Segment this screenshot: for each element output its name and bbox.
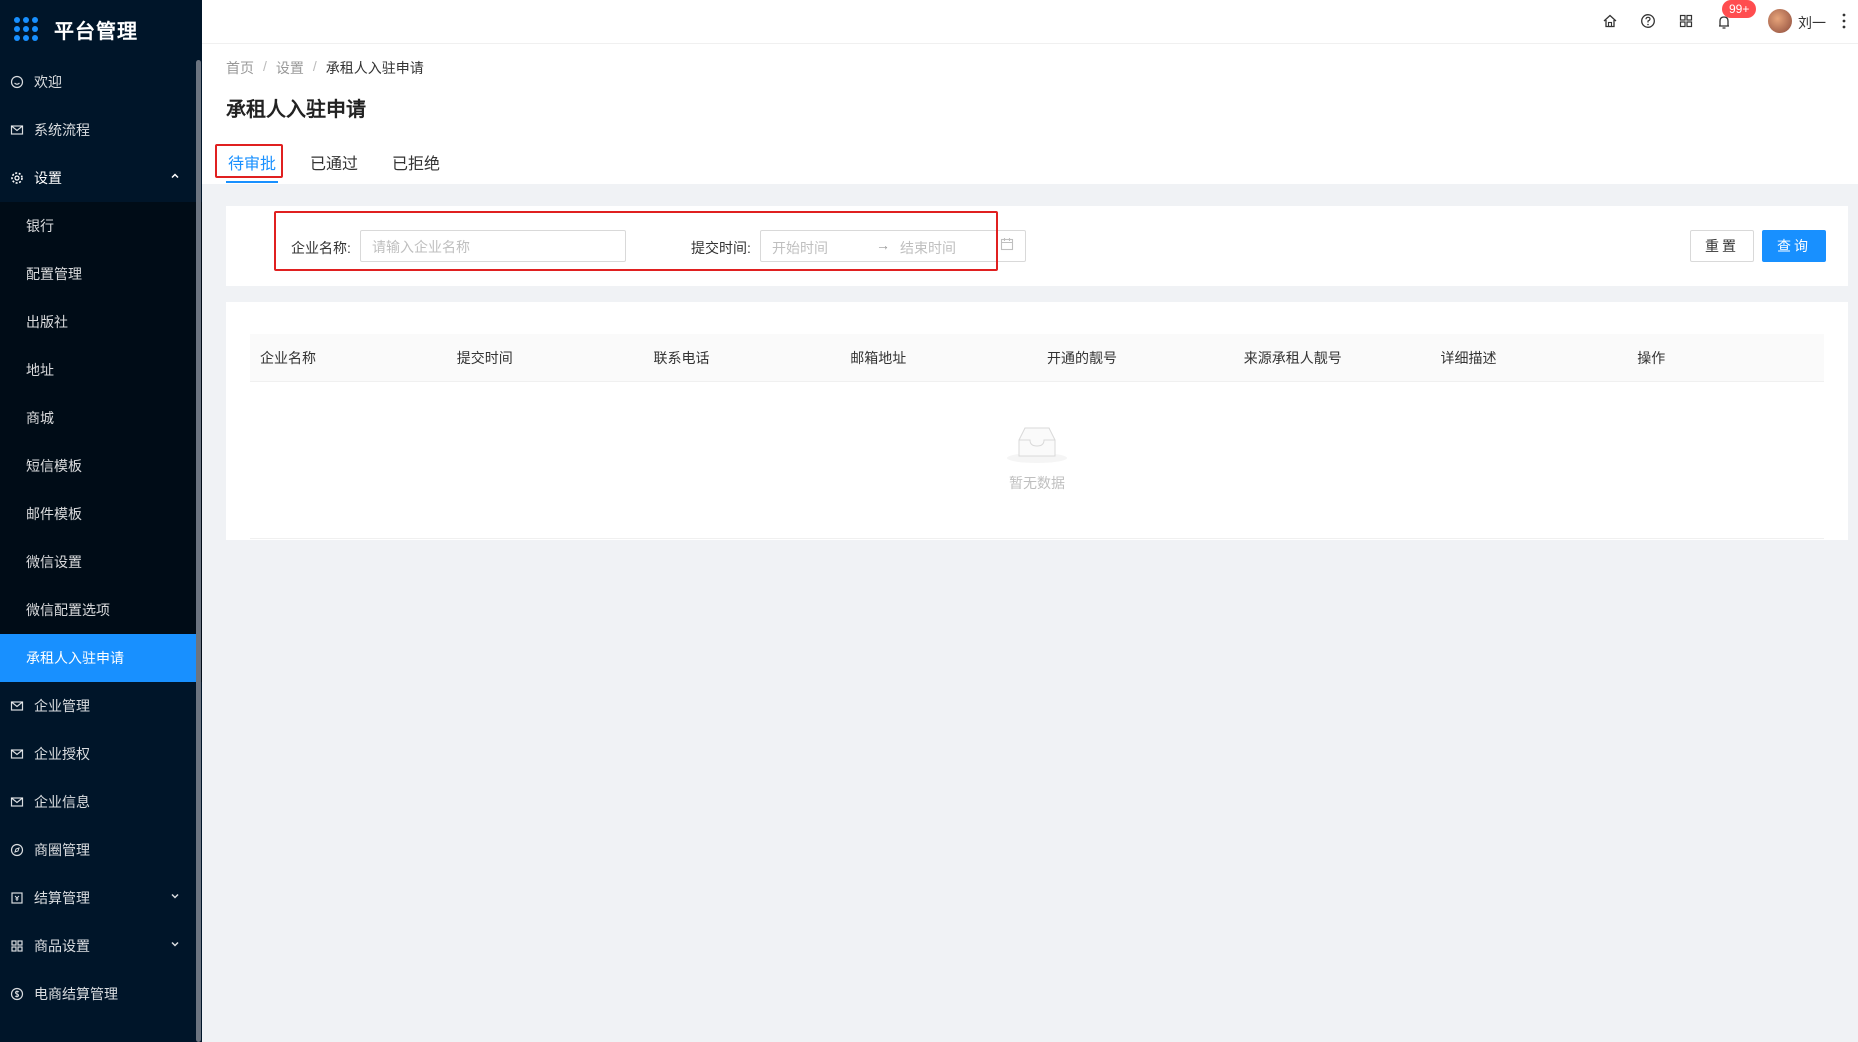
tab-approved[interactable]: 已通过	[308, 142, 360, 183]
settings-submenu: 银行 配置管理 出版社 地址 商城 短信模板 邮件模板 微信设置 微信配置选项 …	[0, 202, 202, 682]
reset-button[interactable]: 重置	[1690, 230, 1754, 262]
sidebar-subitem-wechat-settings[interactable]: 微信设置	[0, 538, 202, 586]
mail-icon	[10, 797, 24, 807]
breadcrumb-settings[interactable]: 设置	[276, 58, 304, 78]
page-title: 承租人入驻申请	[226, 99, 366, 121]
logo[interactable]: 平台管理	[0, 0, 202, 58]
sidebar-item-product-settings[interactable]: 商品设置	[0, 922, 202, 970]
calendar-icon	[1000, 238, 1014, 251]
sidebar: 平台管理 欢迎 系统流程 设置 银行 配置管理 出版社 地址 商城 短信模板 邮…	[0, 0, 202, 1042]
sidebar-item-system-flow[interactable]: 系统流程	[0, 106, 202, 154]
apps-grid-icon	[14, 17, 38, 41]
more-vertical-icon[interactable]	[1842, 12, 1846, 30]
top-header: 99+ 刘一	[202, 0, 1858, 44]
breadcrumb-current: 承租人入驻申请	[325, 60, 424, 76]
mail-icon	[10, 701, 24, 711]
sidebar-item-label: 系统流程	[34, 122, 90, 138]
filter-card: 企业名称: 请输入企业名称 提交时间: 开始时间 → 结束时间 重置 查询	[226, 206, 1848, 286]
avatar[interactable]	[1768, 9, 1792, 33]
sidebar-item-enterprise-info[interactable]: 企业信息	[0, 778, 202, 826]
sidebar-item-label: 电商结算管理	[34, 986, 118, 1002]
sidebar-subitem-mail-template[interactable]: 邮件模板	[0, 490, 202, 538]
gear-icon	[11, 172, 23, 184]
chevron-down-icon	[171, 893, 179, 899]
empty-state: 暂无数据	[226, 422, 1848, 493]
sidebar-item-settings[interactable]: 设置	[0, 154, 202, 202]
tab-rejected[interactable]: 已拒绝	[390, 142, 442, 183]
sidebar-subitem-address[interactable]: 地址	[0, 346, 202, 394]
empty-inbox-icon	[1007, 427, 1067, 463]
highlight-box-tab	[215, 144, 283, 178]
chevron-down-icon	[171, 941, 179, 947]
sidebar-item-label: 出版社	[26, 314, 68, 330]
highlight-box-filter	[274, 211, 998, 271]
sidebar-item-business-district[interactable]: 商圈管理	[0, 826, 202, 874]
mail-icon	[10, 749, 24, 759]
table-header: 企业名称 提交时间 联系电话 邮箱地址 开通的靓号 来源承租人靓号 详细描述 操…	[250, 334, 1824, 382]
compass-icon	[10, 843, 24, 857]
table-card: 企业名称 提交时间 联系电话 邮箱地址 开通的靓号 来源承租人靓号 详细描述 操…	[226, 302, 1848, 540]
sidebar-item-label: 设置	[34, 170, 62, 186]
breadcrumb-separator: /	[312, 58, 317, 74]
query-button[interactable]: 查询	[1762, 230, 1826, 262]
sidebar-item-label: 短信模板	[26, 458, 82, 474]
sidebar-item-label: 欢迎	[34, 74, 62, 90]
sidebar-item-label: 承租人入驻申请	[26, 650, 124, 666]
sidebar-item-label: 结算管理	[34, 890, 90, 906]
empty-text: 暂无数据	[1009, 475, 1065, 491]
column-opened-number: 开通的靓号	[1047, 349, 1117, 366]
page-header: 首页 / 设置 / 承租人入驻申请 承租人入驻申请 待审批 已通过 已拒绝	[202, 44, 1858, 184]
sidebar-subitem-mall[interactable]: 商城	[0, 394, 202, 442]
mail-icon	[10, 125, 24, 135]
column-company-name: 企业名称	[260, 349, 316, 366]
sidebar-item-label: 企业授权	[34, 746, 90, 762]
column-description: 详细描述	[1440, 349, 1497, 366]
smile-icon	[10, 75, 24, 89]
column-submit-time: 提交时间	[456, 349, 513, 366]
sidebar-subitem-config[interactable]: 配置管理	[0, 250, 202, 298]
sidebar-item-settlement[interactable]: 结算管理	[0, 874, 202, 922]
table-bottom-border	[250, 538, 1824, 539]
column-phone: 联系电话	[653, 349, 710, 366]
sidebar-subitem-bank[interactable]: 银行	[0, 202, 202, 250]
sidebar-subitem-wechat-options[interactable]: 微信配置选项	[0, 586, 202, 634]
sidebar-item-label: 商品设置	[34, 938, 90, 954]
app-title: 平台管理	[54, 20, 138, 43]
sidebar-item-label: 企业信息	[34, 794, 90, 810]
sidebar-subitem-sms-template[interactable]: 短信模板	[0, 442, 202, 490]
breadcrumb-home[interactable]: 首页	[226, 58, 254, 78]
account-book-icon	[11, 892, 23, 904]
apps-icon[interactable]	[1678, 13, 1694, 29]
dollar-icon	[10, 987, 24, 1001]
sidebar-item-label: 邮件模板	[26, 506, 82, 522]
column-source-number: 来源承租人靓号	[1243, 349, 1342, 366]
sidebar-item-ecommerce-settlement[interactable]: 电商结算管理	[0, 970, 202, 1018]
sidebar-item-label: 企业管理	[34, 698, 90, 714]
username[interactable]: 刘一	[1798, 13, 1826, 33]
sidebar-item-enterprise-management[interactable]: 企业管理	[0, 682, 202, 730]
sidebar-item-label: 商圈管理	[34, 842, 90, 858]
appstore-icon	[11, 940, 23, 952]
column-actions: 操作	[1637, 349, 1666, 366]
chevron-up-icon	[171, 173, 179, 179]
sidebar-item-enterprise-auth[interactable]: 企业授权	[0, 730, 202, 778]
sidebar-subitem-tenant-application[interactable]: 承租人入驻申请	[0, 634, 196, 682]
sidebar-item-label: 微信配置选项	[26, 602, 110, 618]
breadcrumb-separator: /	[263, 58, 267, 74]
sidebar-item-label: 商城	[26, 410, 54, 426]
sidebar-item-label: 地址	[26, 362, 54, 378]
home-icon[interactable]	[1602, 13, 1618, 29]
breadcrumb: 首页 / 设置 / 承租人入驻申请	[226, 58, 424, 78]
sidebar-subitem-publisher[interactable]: 出版社	[0, 298, 202, 346]
sidebar-item-label: 配置管理	[26, 266, 82, 282]
help-icon[interactable]	[1640, 13, 1656, 29]
sidebar-scrollbar[interactable]	[196, 60, 201, 1042]
notification-badge: 99+	[1722, 0, 1757, 18]
column-email: 邮箱地址	[850, 349, 907, 366]
sidebar-item-welcome[interactable]: 欢迎	[0, 58, 202, 106]
sidebar-item-label: 微信设置	[26, 554, 82, 570]
sidebar-item-label: 银行	[26, 218, 54, 234]
